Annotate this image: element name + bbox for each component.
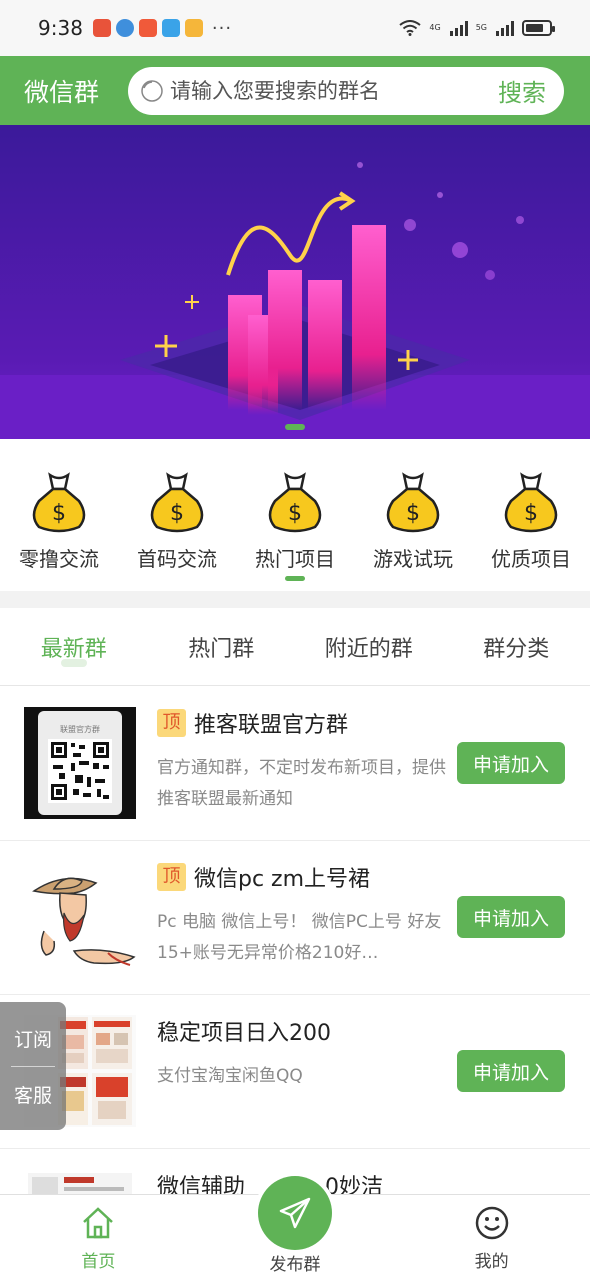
category-item-hot-projects[interactable]: $ 热门项目: [236, 439, 354, 591]
tab-hot[interactable]: 热门群: [148, 608, 296, 685]
more-notifications-icon: ···: [211, 17, 233, 39]
tab-label: 最新群: [40, 636, 107, 662]
banner-page-indicator: [285, 424, 305, 430]
floating-side-panel: 订阅 客服: [0, 1002, 66, 1130]
tab-nearby[interactable]: 附近的群: [295, 608, 443, 685]
category-label: 首码交流: [137, 547, 217, 571]
join-button[interactable]: 申请加入: [457, 742, 565, 784]
news-notification-icon: [138, 19, 157, 37]
pinned-badge: 顶: [157, 709, 186, 737]
app-notification-icon: [92, 19, 111, 37]
money-bag-icon: $: [386, 472, 440, 533]
nav-label: 我的: [474, 1252, 509, 1272]
section-divider: [0, 591, 590, 608]
category-label: 热门项目: [255, 547, 335, 571]
battery-icon: [522, 20, 555, 36]
banner-chart-illustration: [0, 125, 590, 439]
group-description: 支付宝淘宝闲鱼QQ: [157, 1066, 303, 1086]
app-header: 微信群 搜索: [0, 56, 590, 125]
group-description: 官方通知群，不定时发布新项目，提供推客联盟最新通知: [157, 758, 446, 809]
status-time: 9:38: [38, 16, 83, 40]
search-button[interactable]: 搜索: [498, 73, 546, 108]
search-input[interactable]: [170, 78, 498, 103]
tab-active-indicator: [60, 659, 87, 667]
group-name: 微信pc zm上号裙: [194, 867, 371, 892]
tab-categories[interactable]: 群分类: [443, 608, 590, 685]
money-bag-icon: $: [150, 472, 204, 533]
wifi-icon: [399, 20, 422, 36]
network-5g-label: 5G: [475, 23, 487, 32]
category-active-indicator: [285, 576, 305, 581]
mail-notification-icon: [184, 19, 203, 37]
money-bag-icon: $: [32, 472, 86, 533]
customer-service-button[interactable]: 客服: [14, 1073, 52, 1116]
page-title: 微信群: [24, 77, 100, 107]
subscribe-button[interactable]: 订阅: [14, 1017, 52, 1060]
category-item-quality-projects[interactable]: $ 优质项目: [472, 439, 590, 591]
svg-text:$: $: [52, 501, 66, 526]
category-label: 游戏试玩: [373, 547, 453, 571]
divider: [11, 1065, 55, 1067]
group-title: 顶 推客联盟官方群: [157, 707, 348, 739]
signal-icon: [449, 20, 468, 36]
search-box[interactable]: 搜索: [128, 66, 564, 115]
nav-label-publish[interactable]: 发布群: [245, 1250, 345, 1275]
join-button[interactable]: 申请加入: [457, 1050, 565, 1092]
signal-icon: [496, 20, 514, 36]
tab-latest[interactable]: 最新群: [0, 608, 148, 685]
promo-banner[interactable]: [0, 125, 590, 439]
list-item[interactable]: 稳定项目日入200 支付宝淘宝闲鱼QQ 申请加入: [0, 995, 590, 1149]
svg-text:$: $: [288, 501, 302, 526]
group-name: 稳定项目日入200: [157, 1021, 331, 1046]
svg-text:$: $: [406, 501, 420, 526]
nav-label: 首页: [81, 1252, 116, 1272]
category-label: 零撸交流: [19, 547, 99, 571]
join-button[interactable]: 申请加入: [457, 896, 565, 938]
home-icon: [83, 1207, 114, 1239]
money-bag-icon: $: [504, 472, 558, 533]
qr-caption: 联盟官方群: [60, 724, 100, 734]
category-item-zero-invest[interactable]: $ 零撸交流: [0, 439, 118, 591]
paper-plane-icon: [279, 1197, 311, 1229]
status-bar: 9:38 ··· 4G 5G: [0, 0, 590, 56]
list-item[interactable]: 联盟官方群 顶 推客联盟官方群 官方通知群，不定时发布新项目，提供推客联盟最新通…: [0, 687, 590, 841]
group-description: Pc 电脑 微信上号！ 微信PC上号 好友15+账号无异常价格210好…: [157, 912, 442, 963]
browser-notification-icon: [115, 19, 134, 37]
category-item-first-code[interactable]: $ 首码交流: [118, 439, 236, 591]
app2-notification-icon: [161, 19, 180, 37]
pinned-badge: 顶: [157, 863, 186, 891]
tab-label: 附近的群: [324, 636, 413, 662]
group-title: 稳定项目日入200: [157, 1015, 331, 1047]
money-bag-icon: $: [268, 472, 322, 533]
list-item[interactable]: 顶 微信pc zm上号裙 Pc 电脑 微信上号！ 微信PC上号 好友15+账号无…: [0, 841, 590, 995]
svg-text:$: $: [170, 501, 184, 526]
group-avatar-cartoon: [24, 861, 136, 973]
search-icon: [141, 79, 163, 102]
group-qr-thumbnail: 联盟官方群: [24, 707, 136, 819]
svg-text:$: $: [524, 501, 538, 526]
category-label: 优质项目: [491, 547, 571, 571]
tab-label: 热门群: [188, 636, 255, 662]
publish-group-button[interactable]: [258, 1176, 332, 1250]
group-title: 顶 微信pc zm上号裙: [157, 861, 370, 893]
category-row: $ 零撸交流 $ 首码交流 $ 热门项目 $ 游戏试玩 $ 优质项目: [0, 439, 590, 591]
network-4g-label: 4G: [429, 23, 441, 32]
group-name: 推客联盟官方群: [194, 713, 349, 738]
smiley-face-icon: [475, 1206, 508, 1240]
nav-mine[interactable]: 我的: [393, 1195, 590, 1278]
category-item-game-trial[interactable]: $ 游戏试玩: [354, 439, 472, 591]
nav-home[interactable]: 首页: [0, 1195, 197, 1278]
tab-label: 群分类: [483, 636, 550, 662]
group-tabs: 最新群 热门群 附近的群 群分类: [0, 608, 590, 686]
